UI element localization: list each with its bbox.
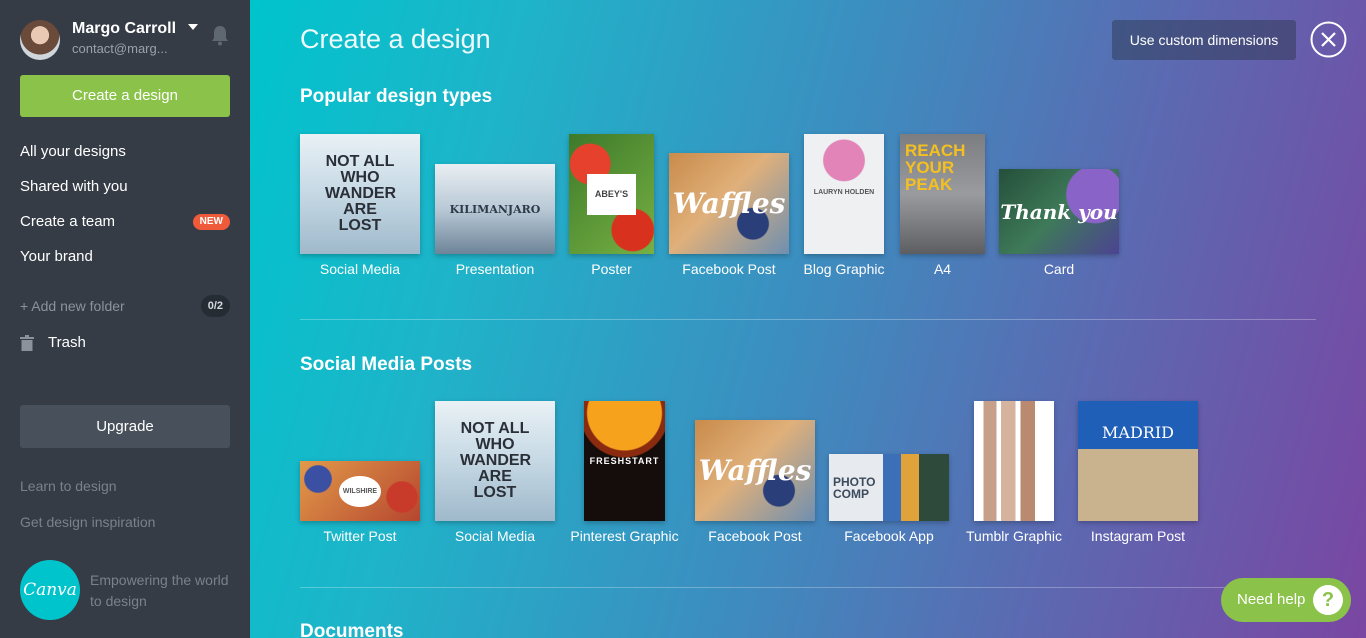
section-title-documents: Documents [300, 621, 404, 638]
add-folder-link[interactable]: + Add new folder 0/2 [20, 295, 230, 317]
main-panel: Create a design Use custom dimensions Po… [250, 0, 1366, 638]
need-help-button[interactable]: Need help ? [1221, 578, 1351, 622]
bell-icon[interactable] [210, 24, 230, 46]
thumbnail: KILIMANJARO [435, 164, 555, 254]
thumbnail: PHOTO COMP [829, 454, 949, 521]
create-design-button[interactable]: Create a design [20, 75, 230, 117]
sidebar: Margo Carroll contact@marg... Create a d… [0, 0, 250, 638]
thumbnail-text: ABEY'S [586, 173, 637, 215]
nav-your-brand[interactable]: Your brand [20, 245, 230, 269]
thumbnail: Thank you [999, 169, 1119, 254]
section-title-popular: Popular design types [300, 86, 493, 107]
canva-logo[interactable]: Canva [20, 560, 80, 620]
need-help-label: Need help [1237, 591, 1306, 608]
thumbnail: LAURYN HOLDEN [804, 134, 884, 254]
thumbnail-text: NOT ALL WHO WANDER ARE LOST [460, 420, 532, 501]
trash-icon [20, 335, 34, 351]
learn-to-design-link[interactable]: Learn to design [20, 478, 117, 494]
folder-count-badge: 0/2 [200, 295, 230, 317]
thumbnail-text: WILSHIRE [338, 475, 382, 507]
custom-dimensions-button[interactable]: Use custom dimensions [1112, 20, 1296, 60]
user-menu[interactable]: Margo Carroll contact@marg... [20, 20, 232, 60]
design-inspiration-link[interactable]: Get design inspiration [20, 514, 155, 530]
thumbnail: Waffles [695, 420, 815, 521]
section-title-social-media-posts: Social Media Posts [300, 354, 473, 375]
thumbnail-text: FRESHSTART [589, 455, 660, 466]
card-label: Instagram Post [1090, 528, 1186, 544]
nav-all-designs[interactable]: All your designs [20, 140, 230, 164]
card-label: Pinterest Graphic [570, 528, 679, 544]
card-label: Social Media [454, 528, 536, 544]
thumbnail: FRESHSTART [584, 401, 665, 521]
question-icon: ? [1313, 585, 1343, 615]
thumbnail-text: Waffles [698, 453, 812, 487]
thumbnail-text: Waffles [672, 186, 786, 220]
thumbnail: MADRID [1078, 401, 1198, 521]
thumbnail-text: NOT ALL WHO WANDER ARE LOST [325, 153, 397, 234]
add-folder-label: + Add new folder [20, 298, 125, 314]
section-divider [300, 587, 1316, 588]
thumbnail [974, 401, 1054, 521]
thumbnail-text: LAURYN HOLDEN [813, 189, 875, 196]
thumbnail: Waffles [669, 153, 789, 254]
card-label: Facebook App [844, 528, 934, 544]
card-label: Tumblr Graphic [966, 528, 1062, 544]
nav-create-team-label: Create a team [20, 213, 116, 230]
thumbnail: NOT ALL WHO WANDER ARE LOST [435, 401, 555, 521]
thumbnail: WILSHIRE [300, 461, 420, 521]
thumbnail-text: KILIMANJARO [449, 202, 541, 216]
thumbnail: ABEY'S [569, 134, 654, 254]
section-divider [300, 319, 1316, 320]
thumbnail-text: MADRID [1102, 423, 1174, 442]
nav-shared-with-you[interactable]: Shared with you [20, 175, 230, 199]
caret-down-icon[interactable] [188, 24, 198, 30]
card-label: Card [1043, 261, 1075, 277]
trash-label: Trash [48, 334, 86, 351]
close-icon[interactable] [1310, 21, 1347, 58]
thumbnail: REACH YOUR PEAK [900, 134, 985, 254]
tagline: Empowering the world to design [90, 572, 229, 609]
thumbnail-text: PHOTO COMP [833, 474, 876, 501]
user-name: Margo Carroll [72, 20, 177, 37]
nav-create-team[interactable]: Create a team NEW [20, 210, 230, 234]
thumbnail-text: REACH YOUR PEAK [905, 141, 966, 194]
user-email: contact@marg... [72, 41, 168, 56]
page-title: Create a design [300, 24, 491, 54]
new-badge: NEW [192, 214, 230, 230]
avatar [20, 20, 60, 60]
thumbnail: NOT ALL WHO WANDER ARE LOST [300, 134, 420, 254]
upgrade-button[interactable]: Upgrade [20, 405, 230, 448]
thumbnail-text: Thank you [1000, 199, 1118, 224]
